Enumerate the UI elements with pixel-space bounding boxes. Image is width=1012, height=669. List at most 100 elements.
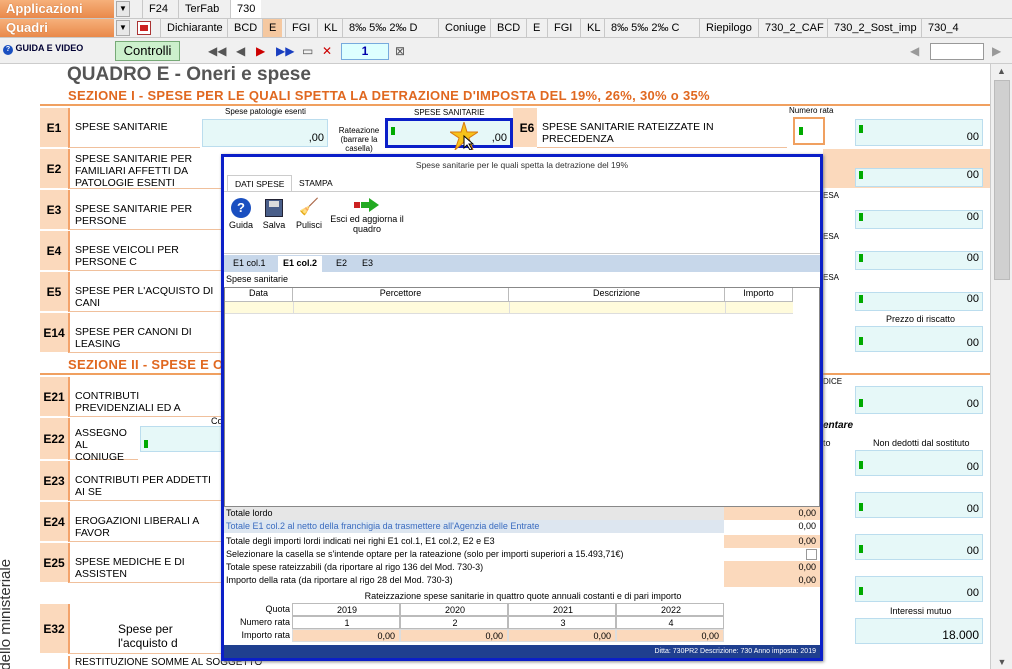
e6-input[interactable]: 00 bbox=[855, 119, 983, 146]
col-header-descrizione[interactable]: Descrizione bbox=[509, 288, 725, 302]
e25-right-value: 00 bbox=[966, 545, 979, 557]
salva-button[interactable]: Salva bbox=[261, 194, 287, 230]
quadri-dropdown-icon[interactable]: ▼ bbox=[116, 20, 130, 36]
tab-terfab[interactable]: TerFab bbox=[178, 0, 225, 18]
applicazioni-dropdown-icon[interactable]: ▼ bbox=[116, 1, 130, 17]
tab-bcd-coniuge[interactable]: BCD bbox=[490, 19, 526, 37]
scrollbar-thumb[interactable] bbox=[994, 80, 1010, 280]
e21-right-input[interactable]: 00 bbox=[855, 386, 983, 414]
green-marker bbox=[859, 337, 863, 345]
last-page-icon[interactable]: ▶▶ bbox=[276, 44, 294, 58]
page-number-field[interactable]: 1 bbox=[341, 43, 389, 60]
guida-video-button[interactable]: ? GUIDA E VIDEO bbox=[0, 42, 86, 58]
e24-right-input[interactable]: 00 bbox=[855, 492, 983, 518]
tab-coniuge[interactable]: Coniuge bbox=[438, 19, 492, 37]
subtab-e1-col1[interactable]: E1 col.1 bbox=[228, 256, 271, 272]
scroll-left-icon[interactable]: ◀ bbox=[910, 44, 919, 58]
tab-kl-coniuge[interactable]: KL bbox=[580, 19, 606, 37]
numero-rata-input[interactable] bbox=[793, 117, 825, 145]
spese-grid[interactable]: Data Percettore Descrizione Importo bbox=[224, 287, 820, 507]
tab-fgi[interactable]: FGI bbox=[285, 19, 316, 37]
row-code-e25: E25 bbox=[40, 543, 68, 583]
e14-right-input[interactable]: 00 bbox=[855, 326, 983, 352]
tab-f24[interactable]: F24 bbox=[142, 0, 174, 18]
e26-right-input[interactable]: 00 bbox=[855, 576, 983, 602]
controlli-button[interactable]: Controlli bbox=[115, 41, 180, 61]
green-marker bbox=[859, 125, 863, 133]
rateazione-checkbox[interactable] bbox=[806, 549, 817, 560]
e1-col1-input[interactable]: ,00 bbox=[202, 119, 328, 147]
year-2019: 2019 bbox=[292, 603, 400, 616]
vertical-scrollbar[interactable]: ▲ ▼ bbox=[990, 64, 1012, 669]
tab-kl[interactable]: KL bbox=[317, 19, 343, 37]
search-field[interactable] bbox=[930, 43, 984, 60]
scroll-down-icon[interactable]: ▼ bbox=[991, 657, 1012, 667]
col-header-percettore[interactable]: Percettore bbox=[293, 288, 509, 302]
subtab-e1-col2[interactable]: E1 col.2 bbox=[278, 256, 323, 272]
help-icon: ? bbox=[3, 45, 13, 55]
first-page-icon[interactable]: ◀◀ bbox=[208, 44, 226, 58]
interessi-mutuo-value: 18.000 bbox=[942, 628, 979, 642]
pdf-icon[interactable] bbox=[137, 21, 151, 35]
new-page-icon[interactable]: ▭ bbox=[302, 44, 313, 58]
quadri-tab-bar: Quadri ▼ Dichiarante BCD E FGI KL 8‰ 5‰ … bbox=[0, 19, 1012, 38]
tab-e[interactable]: E bbox=[262, 19, 283, 37]
row-code-e4: E4 bbox=[40, 231, 68, 271]
tab-730-2-caf[interactable]: 730_2_CAF bbox=[758, 19, 830, 37]
rateizzazione-title: Rateizzazione spese sanitarie in quattro… bbox=[364, 591, 682, 601]
applicazioni-button[interactable]: Applicazioni bbox=[0, 0, 114, 18]
col-header-importo[interactable]: Importo bbox=[725, 288, 793, 302]
interessi-mutuo-input[interactable]: 18.000 bbox=[855, 618, 983, 644]
tab-fgi-coniuge[interactable]: FGI bbox=[547, 19, 578, 37]
cancel-icon[interactable]: ⊠ bbox=[395, 44, 405, 58]
e22-input[interactable] bbox=[140, 426, 224, 452]
row-code-e22: E22 bbox=[40, 418, 68, 460]
tab-bcd[interactable]: BCD bbox=[227, 19, 263, 37]
e6-value: 00 bbox=[966, 131, 979, 143]
next-page-icon[interactable]: ▶ bbox=[256, 44, 265, 58]
e3-right-input[interactable]: 00 bbox=[855, 210, 983, 229]
rata-number-3: 3 bbox=[508, 616, 616, 629]
e25-right-input[interactable]: 00 bbox=[855, 534, 983, 560]
tab-730-2-sost-imp[interactable]: 730_2_Sost_imp bbox=[827, 19, 923, 37]
prev-page-icon[interactable]: ◀ bbox=[236, 44, 245, 58]
tab-riepilogo[interactable]: Riepilogo bbox=[699, 19, 758, 37]
pulisci-button[interactable]: 🧹 Pulisci bbox=[293, 194, 325, 230]
tab-dichiarante[interactable]: Dichiarante bbox=[160, 19, 229, 37]
esci-aggiorna-button[interactable]: Esci ed aggiorna il quadro bbox=[329, 194, 405, 234]
row-code-e23: E23 bbox=[40, 461, 68, 501]
sparkle-icon bbox=[450, 122, 478, 150]
tab-8-5-2-d[interactable]: 8‰ 5‰ 2‰ D bbox=[342, 19, 423, 37]
row-divider bbox=[725, 302, 726, 314]
tab-730[interactable]: 730 bbox=[230, 0, 262, 18]
tab-730-4[interactable]: 730_4 bbox=[921, 19, 965, 37]
e23-right-input[interactable]: 00 bbox=[855, 450, 983, 476]
e1-col2-value: ,00 bbox=[491, 132, 507, 144]
quadri-button[interactable]: Quadri bbox=[0, 19, 114, 37]
guida-button[interactable]: ? Guida bbox=[228, 194, 254, 230]
e4-right-input[interactable]: 00 bbox=[855, 251, 983, 270]
row-label-e22: ASSEGNO AL CONIUGE bbox=[68, 418, 138, 463]
col-header-data[interactable]: Data bbox=[225, 288, 293, 302]
top-tab-bar: Applicazioni ▼ F24 TerFab 730 bbox=[0, 0, 1012, 19]
subtab-e2[interactable]: E2 bbox=[331, 256, 352, 272]
delete-page-icon[interactable]: ✕ bbox=[322, 44, 332, 58]
subtab-e3[interactable]: E3 bbox=[357, 256, 378, 272]
e5-right-input[interactable]: 00 bbox=[855, 292, 983, 311]
green-marker bbox=[859, 587, 863, 595]
row-code-e24: E24 bbox=[40, 502, 68, 542]
tab-stampa[interactable]: STAMPA bbox=[292, 175, 340, 191]
scroll-right-icon[interactable]: ▶ bbox=[992, 44, 1001, 58]
tab-dati-spese[interactable]: DATI SPESE bbox=[227, 175, 293, 191]
row-label-e21: CONTRIBUTI PREVIDENZIALI ED A bbox=[68, 377, 223, 417]
row-label-e32: Spese per l'acquisto d bbox=[68, 604, 223, 654]
tab-8-5-2-c[interactable]: 8‰ 5‰ 2‰ C bbox=[604, 19, 685, 37]
e1-col2-input[interactable]: ,00 bbox=[385, 118, 513, 148]
rateazione-label: Rateazione (barrare la casella) bbox=[338, 126, 380, 153]
e2-right-input[interactable]: 00 bbox=[855, 168, 983, 187]
rata-value-4: 0,00 bbox=[616, 629, 724, 642]
tab-e-coniuge[interactable]: E bbox=[526, 19, 546, 37]
importo-rata-label: Importo della rata (da riportare al rigo… bbox=[226, 575, 453, 585]
scroll-up-icon[interactable]: ▲ bbox=[991, 66, 1012, 76]
sub-tabs: E1 col.1 E1 col.2 E2 E3 bbox=[224, 255, 820, 272]
